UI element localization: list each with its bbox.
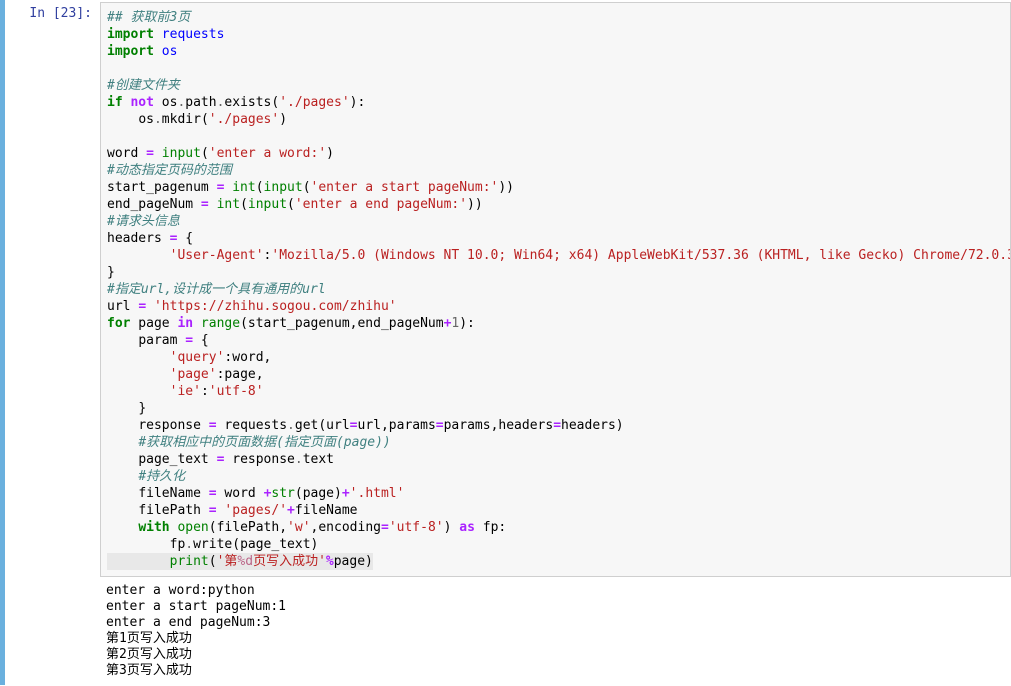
- output-line: 第3页写入成功: [106, 663, 192, 678]
- cursor-line: print('第%d页写入成功'%page): [107, 553, 373, 570]
- keyword-import: import: [107, 44, 154, 59]
- code-content: ## 获取前3页 import requests import os #创建文件…: [107, 9, 1004, 570]
- module-name: os: [162, 44, 178, 59]
- comment: #指定url,设计成一个具有通用的url: [107, 282, 326, 297]
- output-line: 第2页写入成功: [106, 647, 192, 662]
- output-line: enter a word:python: [106, 583, 255, 598]
- prompt-label: In [23]:: [29, 6, 92, 21]
- keyword: if: [107, 95, 123, 110]
- output-line: 第1页写入成功: [106, 631, 192, 646]
- module-name: requests: [162, 27, 225, 42]
- comment: #请求头信息: [107, 214, 180, 229]
- comment: ## 获取前3页: [107, 10, 190, 25]
- keyword-not: not: [130, 95, 153, 110]
- output-area: enter a word:python enter a start pageNu…: [100, 577, 1011, 685]
- keyword-import: import: [107, 27, 154, 42]
- comment: #创建文件夹: [107, 78, 180, 93]
- comment: #动态指定页码的范围: [107, 163, 232, 178]
- output-line: enter a start pageNum:1: [106, 599, 286, 614]
- input-prompt: In [23]:: [5, 2, 100, 25]
- comment: #持久化: [138, 469, 185, 484]
- code-input-area[interactable]: ## 获取前3页 import requests import os #创建文件…: [100, 2, 1011, 577]
- code-cell: In [23]: ## 获取前3页 import requests import…: [5, 2, 1011, 577]
- output-line: enter a end pageNum:3: [106, 615, 270, 630]
- comment: #获取相应中的页面数据(指定页面(page)): [138, 435, 390, 450]
